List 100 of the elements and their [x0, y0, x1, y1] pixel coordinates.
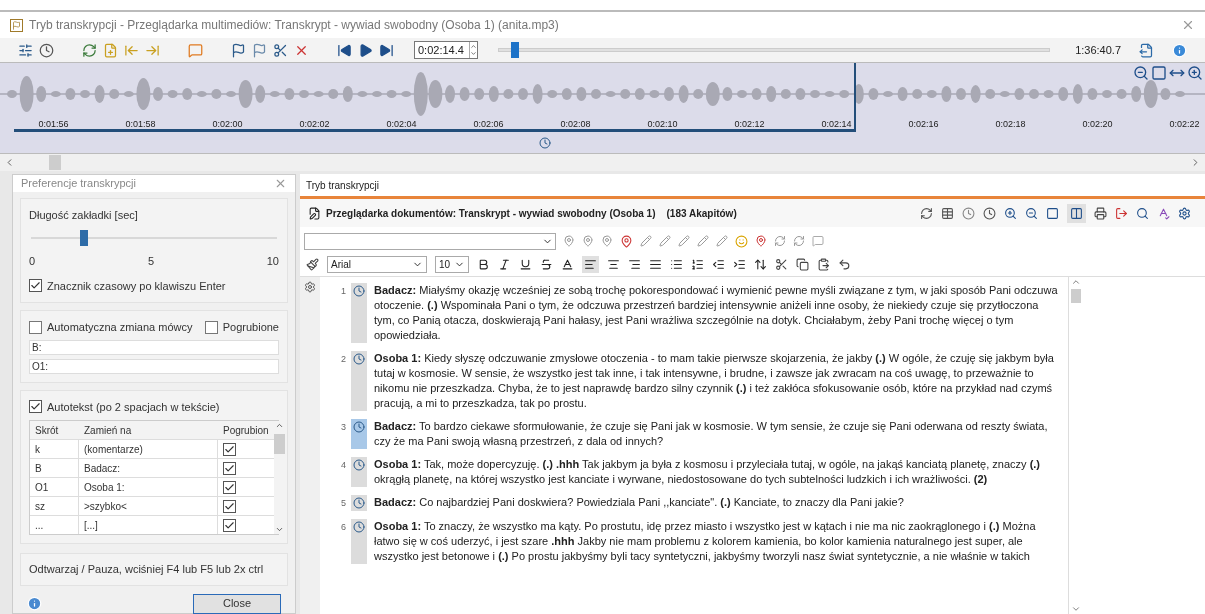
scrollbar[interactable] [273, 421, 285, 534]
align-right-icon[interactable] [628, 258, 641, 271]
comment-icon[interactable] [812, 235, 824, 247]
checkbox[interactable] [29, 400, 42, 414]
timestamp-icon[interactable] [353, 459, 365, 471]
checkbox[interactable] [223, 461, 236, 475]
slider-thumb[interactable] [510, 42, 519, 58]
skip-back-icon[interactable] [337, 42, 352, 58]
checkbox[interactable] [29, 279, 42, 293]
copy-icon[interactable] [796, 258, 809, 271]
info-icon[interactable] [27, 596, 42, 611]
bullet-list-icon[interactable] [670, 258, 683, 271]
scroll-down-icon[interactable] [274, 525, 284, 534]
pencil-icon[interactable] [640, 235, 652, 247]
brush-icon[interactable] [306, 258, 319, 271]
scrollbar-thumb[interactable] [273, 434, 285, 454]
underline-icon[interactable] [519, 258, 532, 271]
font-dropdown[interactable]: Arial [327, 256, 427, 273]
undo-icon[interactable] [838, 258, 851, 271]
checkbox[interactable] [29, 320, 42, 334]
close-button[interactable]: Close [193, 593, 281, 614]
flag-icon[interactable] [252, 42, 267, 58]
strikethrough-icon[interactable] [540, 258, 553, 271]
italic-icon[interactable] [498, 258, 511, 271]
columns-icon[interactable] [1070, 206, 1083, 220]
play-icon[interactable] [358, 42, 373, 58]
comment-icon[interactable] [188, 42, 203, 58]
cut-icon[interactable] [775, 258, 788, 271]
paste-icon[interactable] [817, 258, 830, 271]
scissors-icon[interactable] [273, 42, 288, 58]
align-left-icon[interactable] [584, 258, 597, 271]
scroll-up-icon[interactable] [1070, 277, 1081, 287]
pin-icon[interactable] [755, 235, 767, 247]
scroll-up-icon[interactable] [274, 421, 284, 430]
speaker-field[interactable]: O1: [29, 358, 279, 374]
paragraph-bar[interactable] [351, 351, 367, 411]
clock-icon[interactable] [39, 42, 54, 58]
scroll-down-icon[interactable] [1070, 604, 1081, 614]
clock-icon[interactable] [962, 206, 975, 220]
scrollbar[interactable] [1068, 277, 1082, 614]
seek-slider[interactable] [498, 42, 1050, 58]
zoom-out-icon[interactable] [1025, 206, 1038, 220]
pencil-icon[interactable] [659, 235, 671, 247]
sliders-icon[interactable] [18, 42, 33, 58]
refresh-icon[interactable] [82, 42, 97, 58]
refresh-icon[interactable] [793, 235, 805, 247]
spinner-arrows-icon[interactable] [469, 42, 477, 58]
panel-tab[interactable]: Tryb transkrypcji [306, 177, 379, 193]
pencil-icon[interactable] [678, 235, 690, 247]
code-dropdown[interactable] [304, 232, 556, 250]
pencil-icon[interactable] [716, 235, 728, 247]
clock-icon[interactable] [539, 137, 551, 149]
speaker-field[interactable]: B: [29, 339, 279, 355]
paragraph-bar[interactable] [351, 283, 367, 343]
export-icon[interactable] [1139, 42, 1154, 58]
checkbox[interactable] [223, 518, 236, 532]
paragraph-bar[interactable] [351, 518, 367, 564]
timestamp-icon[interactable] [353, 421, 365, 433]
zoom-out-icon[interactable] [1133, 65, 1149, 81]
paragraph-bar[interactable] [351, 419, 367, 449]
info-icon[interactable] [1172, 42, 1187, 58]
scrollbar-thumb[interactable] [49, 155, 61, 170]
paragraph-bar[interactable] [351, 457, 367, 487]
text-color-icon[interactable] [561, 258, 574, 271]
exit-icon[interactable] [1115, 206, 1128, 220]
scrollbar-thumb[interactable] [1070, 289, 1081, 303]
timestamp-icon[interactable] [353, 285, 365, 297]
indent-icon[interactable] [733, 258, 746, 271]
checkbox[interactable] [223, 480, 236, 494]
pin-icon[interactable] [563, 235, 575, 247]
pin-icon[interactable] [582, 235, 594, 247]
clock-icon[interactable] [983, 206, 996, 220]
skip-forward-icon[interactable] [379, 42, 394, 58]
timestamp-icon[interactable] [353, 353, 365, 365]
align-center-icon[interactable] [607, 258, 620, 271]
spellcheck-icon[interactable] [1157, 206, 1170, 220]
checkbox[interactable] [223, 499, 236, 513]
zoom-in-icon[interactable] [1004, 206, 1017, 220]
pin-icon[interactable] [601, 235, 613, 247]
printer-icon[interactable] [1094, 206, 1107, 220]
checkbox[interactable] [223, 442, 236, 456]
settings-icon[interactable] [304, 281, 316, 293]
bold-icon[interactable] [477, 258, 490, 271]
table-icon[interactable] [941, 206, 954, 220]
settings-icon[interactable] [1178, 206, 1191, 220]
time-field[interactable]: 0:02:14.4 [414, 41, 478, 59]
zoom-in-icon[interactable] [1187, 65, 1203, 81]
numbered-list-icon[interactable] [691, 258, 704, 271]
tab-length-slider[interactable] [31, 230, 277, 246]
flag-icon[interactable] [231, 42, 246, 58]
pencil-icon[interactable] [697, 235, 709, 247]
close-icon[interactable] [1181, 18, 1195, 32]
search-icon[interactable] [1136, 206, 1149, 220]
refresh-icon[interactable] [774, 235, 786, 247]
line-spacing-icon[interactable] [754, 258, 767, 271]
timestamp-icon[interactable] [353, 520, 365, 533]
size-dropdown[interactable]: 10 [435, 256, 469, 273]
outdent-icon[interactable] [712, 258, 725, 271]
refresh-icon[interactable] [920, 206, 933, 220]
slider-thumb[interactable] [80, 230, 89, 246]
